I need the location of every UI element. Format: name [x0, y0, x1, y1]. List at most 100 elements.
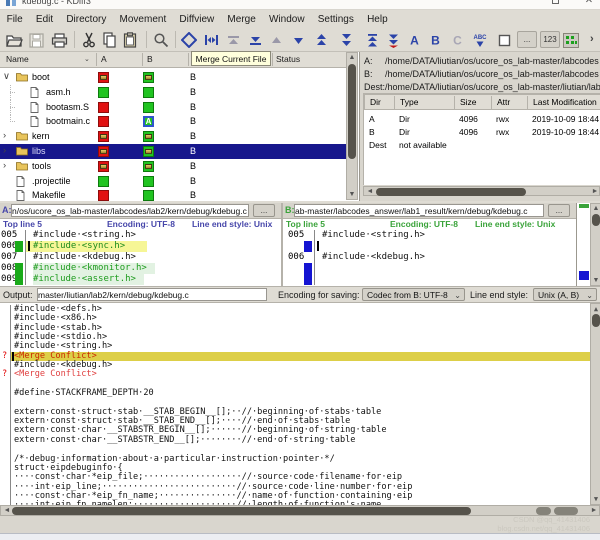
tree-row-Makefile[interactable]: MakefileB	[0, 188, 346, 201]
pane-a-text[interactable]: 005#include·<string.h>006#include·<sync.…	[0, 230, 281, 286]
select-c-button[interactable]: C	[448, 31, 466, 49]
info-dest-label: Dest:	[364, 82, 385, 92]
select-b-button[interactable]: B	[426, 31, 444, 49]
merge-current-file-icon[interactable]	[202, 31, 220, 49]
goto-current-delta-icon[interactable]	[180, 31, 198, 49]
tree-vertical-scrollbar[interactable]: ▲ ▼	[346, 52, 358, 200]
scroll-left-icon[interactable]: ◄	[2, 507, 12, 514]
merge-output-pane[interactable]: #include·<defs.h>#include·<x86.h>#includ…	[0, 303, 600, 505]
kdiff3-window: kdebug.c - KDiff3 ✕ FileEditDirectoryMov…	[0, 0, 600, 540]
tree-row-bootmain.c[interactable]: bootmain.cAB	[0, 114, 346, 129]
menu-directory[interactable]: Directory	[60, 14, 113, 25]
menu-diffview[interactable]: Diffview	[173, 14, 221, 25]
output-path-input[interactable]: master/liutian/lab2/kern/debug/kdebug.c	[37, 288, 267, 301]
expand-icon[interactable]: ›	[3, 146, 12, 156]
auto-advance-icon[interactable]: ABC	[471, 31, 489, 49]
unsolved-square-icon[interactable]	[495, 31, 513, 49]
expand-icon[interactable]: ›	[3, 131, 12, 141]
scroll-left-icon[interactable]: ◄	[365, 188, 375, 195]
scroll-thumb[interactable]	[592, 314, 600, 327]
diff-overview-column[interactable]	[576, 203, 590, 286]
line-numbers-button-button[interactable]: 123	[540, 31, 560, 48]
save-icon[interactable]	[27, 31, 45, 49]
margin-separator	[10, 380, 11, 389]
scroll-thumb[interactable]	[592, 214, 600, 226]
scroll-up-icon[interactable]: ▲	[591, 205, 600, 212]
goto-prev-conflict-icon[interactable]	[312, 31, 330, 49]
margin-separator	[25, 274, 26, 285]
paste-icon[interactable]	[121, 31, 139, 49]
goto-last-delta-icon[interactable]	[246, 31, 264, 49]
column-header-name[interactable]: Name	[6, 54, 29, 64]
line-end-select[interactable]: Unix (A, B)⌄	[533, 288, 597, 301]
scroll-down-icon[interactable]: ▼	[591, 495, 600, 503]
scroll-thumb[interactable]	[348, 64, 356, 159]
tree-row-asm.h[interactable]: asm.hB	[0, 85, 346, 100]
tree-row-kern[interactable]: ›kernB	[0, 129, 346, 144]
goto-next-delta-icon[interactable]	[289, 31, 307, 49]
scroll-thumb[interactable]	[12, 507, 471, 515]
scroll-up-icon[interactable]: ▲	[591, 305, 600, 313]
whitespace-button-button[interactable]	[562, 31, 580, 49]
pane-a-path-input[interactable]: n/os/ucore_os_lab-master/labcodes/lab2/k…	[11, 204, 249, 217]
collapse-icon[interactable]: ∨	[3, 72, 12, 82]
menu-movement[interactable]: Movement	[113, 14, 173, 25]
copy-icon[interactable]	[100, 31, 118, 49]
print-icon[interactable]	[50, 31, 68, 49]
select-a-button[interactable]: A	[405, 31, 423, 49]
scroll-thumb[interactable]	[376, 188, 526, 196]
scroll-down-icon[interactable]: ▼	[591, 277, 600, 284]
menu-edit[interactable]: Edit	[29, 14, 59, 25]
line-end-style-label: Line end style:	[470, 290, 528, 300]
output-horizontal-scrollbar[interactable]: ◄ ►	[0, 505, 600, 516]
expand-icon[interactable]: ›	[3, 161, 12, 171]
scroll-up-icon[interactable]: ▲	[347, 54, 357, 61]
output-vertical-scrollbar[interactable]: ▲▼	[590, 303, 600, 505]
tree-row-projectile[interactable]: .projectileB	[0, 174, 346, 189]
open-icon[interactable]	[5, 31, 23, 49]
diff-vertical-scrollbar[interactable]: ▲▼	[590, 203, 600, 286]
scroll-right-icon[interactable]: ►	[589, 507, 599, 514]
toolbar-overflow-icon[interactable]: ›	[590, 33, 594, 45]
goto-next-conflict-icon[interactable]	[337, 31, 355, 49]
cut-icon[interactable]	[80, 31, 98, 49]
info-horizontal-scrollbar[interactable]: ◄ ►	[363, 186, 600, 196]
tree-row-tools[interactable]: ›toolsB	[0, 159, 346, 174]
goto-next-unsolved-conflict-icon[interactable]	[384, 31, 402, 49]
tree-row-boot[interactable]: ∨bootB	[0, 70, 346, 85]
menu-merge[interactable]: Merge	[221, 14, 263, 25]
goto-prev-unsolved-conflict-icon[interactable]	[363, 31, 381, 49]
table-column-type[interactable]: Type	[400, 97, 418, 107]
margin-separator	[10, 417, 11, 426]
scroll-down-icon[interactable]: ▼	[347, 191, 357, 198]
close-button[interactable]: ✕	[584, 0, 594, 6]
maximize-button[interactable]	[550, 0, 560, 6]
margin-separator	[10, 464, 11, 473]
pane-b-path-input[interactable]: ab-master/labcodes_answer/lab1_result/ke…	[294, 204, 544, 217]
scroll-right-icon[interactable]: ►	[590, 188, 600, 195]
goto-first-delta-icon[interactable]	[224, 31, 242, 49]
menu-window[interactable]: Window	[262, 14, 311, 25]
menu-file[interactable]: File	[0, 14, 29, 25]
menu-settings[interactable]: Settings	[311, 14, 360, 25]
table-column-attr[interactable]: Attr	[497, 97, 510, 107]
pane-b-text[interactable]: 005#include·<string.h>006#include·<kdebu…	[283, 230, 576, 286]
table-column-size[interactable]: Size	[460, 97, 477, 107]
goto-prev-delta-icon[interactable]	[267, 31, 285, 49]
table-column-dir[interactable]: Dir	[370, 97, 381, 107]
pane-b-browse-button[interactable]: ...	[548, 204, 570, 217]
chevron-down-icon: ⌄	[586, 290, 593, 302]
sort-indicator-icon[interactable]: ⌄	[84, 55, 90, 63]
column-header-b[interactable]: B	[147, 54, 153, 64]
find-icon[interactable]	[152, 31, 170, 49]
pane-a-browse-button[interactable]: ...	[253, 204, 275, 217]
code-text: #include·<sync.h>	[26, 241, 147, 252]
tree-row-libs[interactable]: ›libsB	[0, 144, 346, 159]
word-wrap-button-button[interactable]: ...	[517, 31, 537, 48]
column-header-a[interactable]: A	[101, 54, 107, 64]
table-column-last-modification[interactable]: Last Modification	[533, 97, 597, 107]
encoding-select[interactable]: Codec from B: UTF-8⌄	[362, 288, 465, 301]
tree-row-bootasm.S[interactable]: bootasm.SB	[0, 100, 346, 115]
menu-help[interactable]: Help	[360, 14, 394, 25]
column-header-status[interactable]: Status	[276, 54, 300, 64]
